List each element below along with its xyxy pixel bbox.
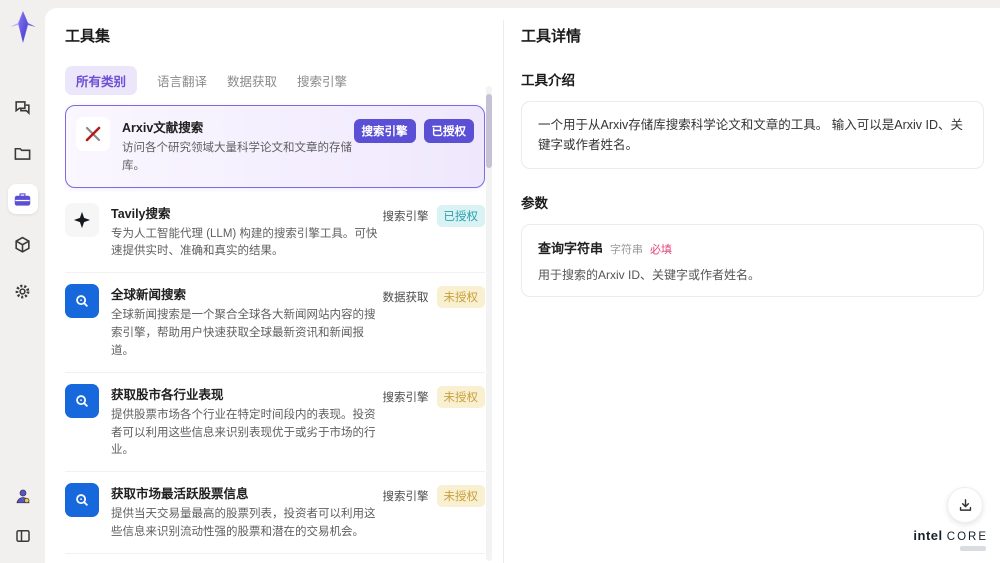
scrollbar-thumb[interactable] [486,94,492,168]
tool-item-tavily[interactable]: Tavily搜索 专为人工智能代理 (LLM) 构建的搜索引擎工具。可快速提供实… [65,192,485,274]
tool-item-global-news[interactable]: 全球新闻搜索 全球新闻搜索是一个聚合全球各大新闻网站内容的搜索引擎，帮助用户快速… [65,273,485,373]
toolbox-icon [14,192,31,206]
tool-desc: 专为人工智能代理 (LLM) 构建的搜索引擎工具。可快速提供实时、准确和真实的结… [111,227,378,258]
param-desc: 用于搜索的Arxiv ID、关键字或作者姓名。 [538,268,761,282]
intel-sub-badge [960,546,986,551]
tab-search-engine[interactable]: 搜索引擎 [297,66,347,95]
tool-item-arxiv[interactable]: Arxiv文献搜索 访问各个研究领域大量科学论文和文章的存储库。 搜索引擎 已授… [65,105,485,188]
auth-badge: 未授权 [436,286,485,309]
details-title: 工具详情 [521,28,582,45]
category-badge: 搜索引擎 [353,119,416,143]
collapse-sidebar-button[interactable] [8,521,38,551]
tool-item-active-stocks[interactable]: 获取市场最活跃股票信息 提供当天交易量最高的股票列表，投资者可以利用这些信息来识… [65,472,485,554]
stock-search-icon [65,483,99,518]
main-content: 工具集 所有类别 语言翻译 数据获取 搜索引擎 Arxiv文献搜索 访问各个研究… [45,8,1000,563]
user-avatar[interactable] [8,481,38,511]
params-section-title: 参数 [521,196,548,211]
tool-details-pane: 工具详情 工具介绍 一个用于从Arxiv存储库搜索科学论文和文章的工具。 输入可… [521,8,984,563]
download-icon [959,498,971,511]
tool-desc: 提供当天交易量最高的股票列表，投资者可以利用这些信息来识别流动性强的股票和潜在的… [111,508,376,538]
sidebar-item-toolbox[interactable] [7,184,38,214]
category-label: 搜索引擎 [382,491,429,504]
category-label: 搜索引擎 [382,210,429,223]
sidebar-item-plugins[interactable] [8,230,38,260]
intel-wordmark: intel [913,527,943,543]
tool-desc: 全球新闻搜索是一个聚合全球各大新闻网站内容的搜索引擎，帮助用户快速获取全球最新资… [111,309,376,357]
sidebar-item-files[interactable] [8,138,38,168]
sidebar-item-chat[interactable] [8,92,38,122]
news-search-icon [65,284,99,319]
app-logo-icon [9,11,36,43]
pane-divider [503,20,504,563]
auth-badge: 未授权 [436,485,485,508]
tool-name: 获取市场最活跃股票信息 [111,487,249,502]
gear-icon [15,284,30,298]
toolset-pane: 工具集 所有类别 语言翻译 数据获取 搜索引擎 Arxiv文献搜索 访问各个研究… [65,8,527,563]
package-icon [15,236,30,253]
panel-toggle-icon [15,530,30,542]
auth-badge: 已授权 [436,204,485,227]
tab-language-translation[interactable]: 语言翻译 [157,66,207,95]
tool-name: 全球新闻搜索 [111,288,187,303]
param-required-flag: 必填 [650,244,673,256]
auth-badge: 未授权 [436,385,485,408]
chat-icon [15,100,30,115]
intro-section-title: 工具介绍 [521,73,575,88]
tab-data-acquisition[interactable]: 数据获取 [227,66,277,95]
intro-text: 一个用于从Arxiv存储库搜索科学论文和文章的工具。 输入可以是Arxiv ID… [538,118,964,152]
user-icon [16,489,29,504]
tab-all-categories[interactable]: 所有类别 [65,66,138,95]
tool-list: Arxiv文献搜索 访问各个研究领域大量科学论文和文章的存储库。 搜索引擎 已授… [65,105,485,563]
param-name: 查询字符串 [538,241,604,256]
category-label: 数据获取 [382,292,429,305]
download-button[interactable] [947,487,983,523]
folder-icon [14,147,31,160]
category-tabs: 所有类别 语言翻译 数据获取 搜索引擎 [65,66,527,95]
tavily-icon [65,202,99,237]
app-rail [0,0,45,563]
param-card: 查询字符串 字符串 必填 用于搜索的Arxiv ID、关键字或作者姓名。 [521,224,984,297]
market-search-icon [65,383,99,418]
tool-item-sector-performance[interactable]: 获取股市各行业表现 提供股票市场各个行业在特定时间段内的表现。投资者可以利用这些… [65,373,485,473]
tool-item-regional-news[interactable]: 万维地区新闻查询 查询具体行政区划内的新闻，快速了解各地新闻动态。 搜索引擎 未… [65,554,485,563]
category-label: 搜索引擎 [382,391,429,404]
tool-name: Tavily搜索 [111,206,171,221]
tool-name: 获取股市各行业表现 [111,387,224,402]
page-title: 工具集 [65,28,111,45]
tool-desc: 提供股票市场各个行业在特定时间段内的表现。投资者可以利用这些信息来识别表现优于或… [111,408,376,457]
arxiv-icon [76,117,110,151]
param-type: 字符串 [610,244,644,256]
intel-core-logo: intel CORE [913,527,988,551]
list-scrollbar[interactable] [486,86,492,561]
tool-desc: 访问各个研究领域大量科学论文和文章的存储库。 [122,142,352,172]
auth-badge: 已授权 [423,119,474,143]
tool-name: Arxiv文献搜索 [122,121,204,135]
intro-card: 一个用于从Arxiv存储库搜索科学论文和文章的工具。 输入可以是Arxiv ID… [521,101,984,169]
core-wordmark: CORE [946,530,988,543]
sidebar-item-settings[interactable] [8,276,38,306]
